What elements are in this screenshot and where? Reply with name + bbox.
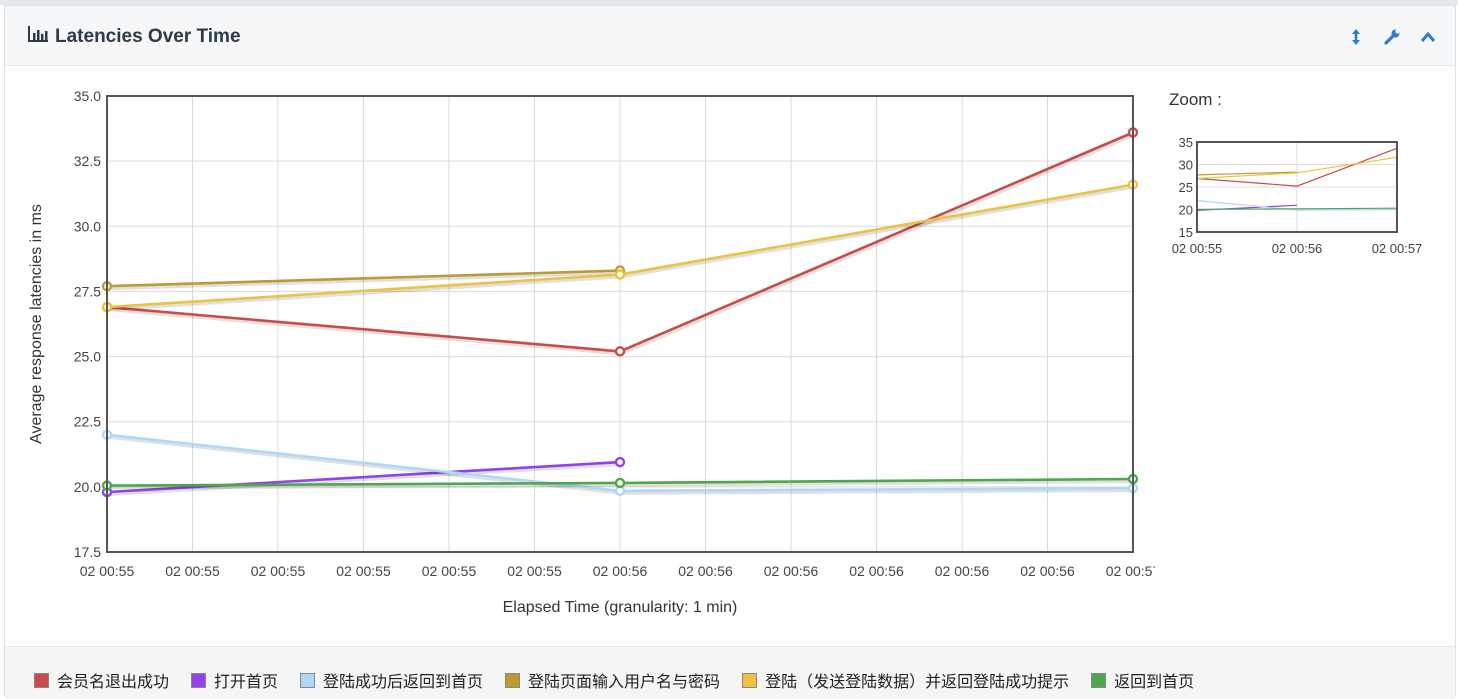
x-tick-label: 02 00:56: [935, 563, 990, 579]
legend-item[interactable]: 登陆成功后返回到首页: [300, 668, 483, 692]
x-tick-label: 02 00:56: [1020, 563, 1075, 579]
x-tick-label: 02 00:56: [678, 563, 733, 579]
legend-swatch: [34, 672, 49, 688]
zoom-x-tick-label: 02 00:57: [1372, 241, 1423, 256]
x-tick-label: 02 00:55: [80, 563, 135, 579]
panel-header: Latencies Over Time: [5, 6, 1455, 66]
y-tick-label: 30.0: [74, 218, 101, 234]
legend-item[interactable]: 返回到首页: [1091, 668, 1194, 692]
y-axis-label: Average response latencies in ms: [28, 204, 45, 444]
y-tick-label: 35.0: [74, 88, 101, 104]
data-point[interactable]: [614, 456, 626, 468]
x-tick-label: 02 00:56: [593, 563, 648, 579]
panel-title: Latencies Over Time: [55, 25, 241, 47]
zoom-y-tick-label: 15: [1179, 225, 1193, 240]
legend-label: 登陆页面输入用户名与密码: [528, 674, 721, 691]
legend-label: 打开首页: [214, 674, 279, 691]
legend-swatch: [300, 672, 316, 688]
x-tick-label: 02 00:56: [849, 563, 904, 579]
x-tick-label: 02 00:55: [165, 563, 220, 579]
legend-label: 返回到首页: [1114, 674, 1195, 691]
zoom-label: Zoom :: [1169, 90, 1222, 109]
series-line-shadow: [107, 462, 622, 497]
legend-label: 登陆成功后返回到首页: [323, 674, 484, 691]
legend-item[interactable]: 登陆（发送登陆数据）并返回登陆成功提示: [742, 668, 1069, 692]
x-tick-label: 02 00:55: [336, 563, 391, 579]
y-tick-label: 27.5: [74, 283, 101, 299]
chevron-up-icon[interactable]: [1419, 28, 1437, 46]
x-tick-label: 02 00:57: [1106, 563, 1155, 579]
x-tick-label: 02 00:55: [422, 563, 477, 579]
x-tick-label: 02 00:56: [764, 563, 819, 579]
legend-item[interactable]: 登陆页面输入用户名与密码: [505, 668, 720, 692]
y-tick-label: 17.5: [74, 544, 101, 560]
title-wrap: Latencies Over Time: [27, 25, 241, 48]
data-point[interactable]: [614, 477, 626, 489]
legend-label: 会员名退出成功: [57, 674, 170, 691]
zoom-y-tick-label: 35: [1179, 135, 1193, 150]
y-tick-label: 32.5: [74, 153, 101, 169]
legend-swatch: [191, 672, 207, 688]
panel-tools: [1347, 28, 1437, 46]
x-tick-label: 02 00:55: [251, 563, 306, 579]
main-chart[interactable]: 35.0 32.5 30.0 27.5 25.0 22.5 20.0 17.5 02 00:55…: [5, 65, 1155, 635]
zoom-x-tick-label: 02 00:55: [1172, 241, 1223, 256]
legend-footer: 会员名退出成功 打开首页 登陆成功后返回到首页 登陆页面输入用户名与密码 登陆（发送登陆…: [5, 646, 1455, 699]
vertical-resize-icon[interactable]: [1347, 28, 1365, 46]
y-tick-label: 22.5: [74, 414, 101, 430]
legend: 会员名退出成功 打开首页 登陆成功后返回到首页 登陆页面输入用户名与密码 登陆（发送登陆…: [34, 668, 1216, 692]
y-tick-label: 20.0: [74, 479, 101, 495]
x-tick-label: 02 00:55: [507, 563, 562, 579]
zoom-x-tick-label: 02 00:56: [1272, 241, 1323, 256]
x-axis-label: Elapsed Time (granularity: 1 min): [503, 599, 738, 616]
legend-item[interactable]: 会员名退出成功: [34, 668, 169, 692]
legend-label: 登陆（发送登陆数据）并返回登陆成功提示: [765, 674, 1070, 691]
wrench-icon[interactable]: [1383, 28, 1401, 46]
bar-chart-icon: [27, 25, 49, 48]
zoom-y-tick-label: 20: [1179, 203, 1193, 218]
series-line-shadow: [107, 184, 1135, 312]
latencies-panel: Latencies Over Time 35.0 32.5 30.0 27.5 …: [4, 5, 1456, 699]
zoom-y-tick-label: 25: [1179, 180, 1193, 195]
y-tick-label: 25.0: [74, 349, 101, 365]
zoom-overview-chart[interactable]: 35 30 25 20 1502 00:55 02 00:56 02 00:57: [1165, 130, 1445, 270]
legend-swatch: [742, 672, 758, 688]
data-point[interactable]: [614, 269, 626, 280]
legend-swatch: [1091, 672, 1107, 688]
legend-swatch: [505, 672, 521, 688]
zoom-y-tick-label: 30: [1179, 158, 1193, 173]
legend-item[interactable]: 打开首页: [191, 668, 278, 692]
data-point[interactable]: [614, 346, 626, 357]
